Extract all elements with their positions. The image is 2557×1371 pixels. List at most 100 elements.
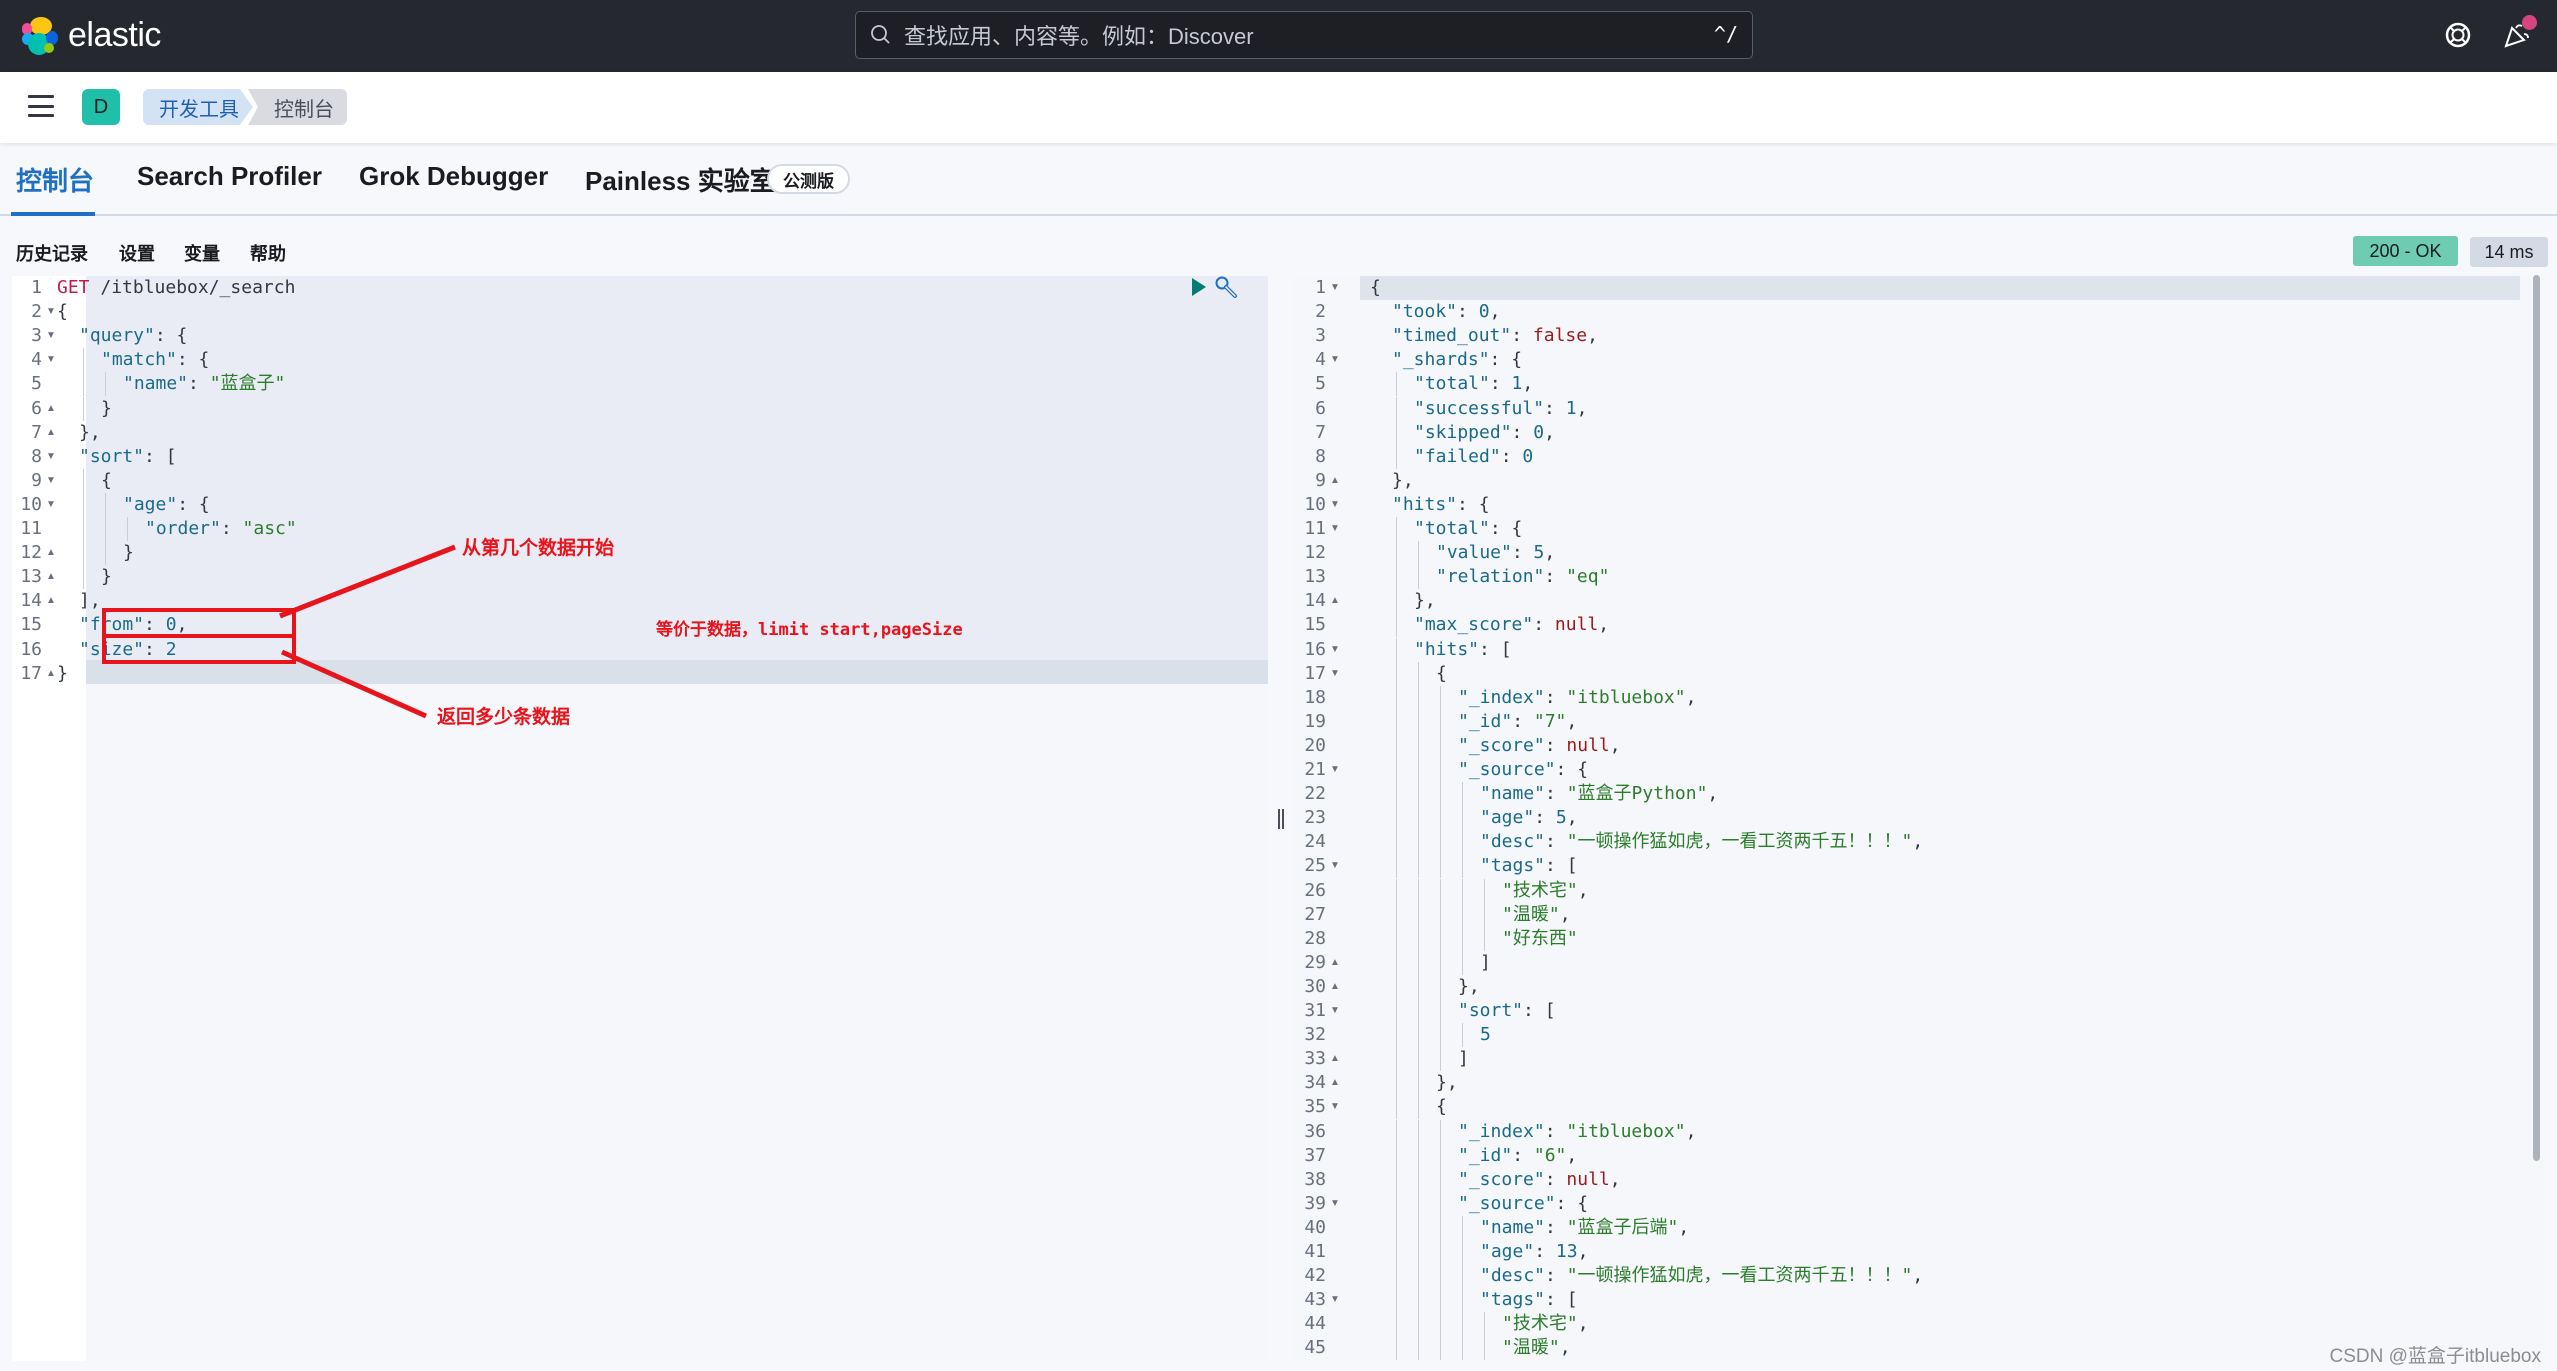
fold-collapse-icon[interactable]: ▼ bbox=[1330, 354, 1340, 365]
fold-expand-icon[interactable]: ▲ bbox=[1330, 1053, 1340, 1064]
line-number: 5 bbox=[31, 373, 42, 395]
indent-guide bbox=[1440, 999, 1441, 1024]
global-search-input[interactable]: 查找应用、内容等。例如：Discover ^/ bbox=[855, 11, 1753, 59]
fold-collapse-icon[interactable]: ▼ bbox=[1330, 1005, 1340, 1016]
line-number: 24 bbox=[1304, 831, 1326, 853]
indent-guide bbox=[1440, 926, 1441, 951]
fold-collapse-icon[interactable]: ▼ bbox=[46, 330, 56, 341]
fold-collapse-icon[interactable]: ▼ bbox=[1330, 282, 1340, 293]
line-number: 4 bbox=[1315, 349, 1326, 371]
fold-collapse-icon[interactable]: ▼ bbox=[46, 475, 56, 486]
line-number: 3 bbox=[1315, 325, 1326, 347]
space-avatar[interactable]: D bbox=[82, 89, 120, 125]
indent-guide bbox=[1462, 1336, 1463, 1361]
indent-guide bbox=[1462, 1288, 1463, 1313]
code-line: "sort": [ bbox=[79, 445, 177, 467]
settings-link[interactable]: 设置 bbox=[119, 240, 155, 266]
code-line: { bbox=[57, 301, 68, 323]
fold-collapse-icon[interactable]: ▼ bbox=[1330, 499, 1340, 510]
fold-collapse-icon[interactable]: ▼ bbox=[1330, 1198, 1340, 1209]
line-number: 39 bbox=[1304, 1192, 1326, 1214]
line-number: 2 bbox=[1315, 301, 1326, 323]
fold-collapse-icon[interactable]: ▼ bbox=[46, 451, 56, 462]
code-line: "successful": 1, bbox=[1414, 397, 1588, 419]
tab-search-profiler[interactable]: Search Profiler bbox=[137, 161, 322, 192]
fold-collapse-icon[interactable]: ▼ bbox=[1330, 668, 1340, 679]
panel-resizer[interactable] bbox=[1268, 276, 1292, 1361]
menu-hamburger-icon[interactable] bbox=[28, 95, 54, 117]
indent-guide bbox=[1418, 878, 1419, 903]
line-number: 32 bbox=[1304, 1024, 1326, 1046]
fold-collapse-icon[interactable]: ▼ bbox=[1330, 764, 1340, 775]
indent-guide bbox=[1396, 1240, 1397, 1265]
indent-guide bbox=[1396, 1047, 1397, 1072]
code-line: "timed_out": false, bbox=[1392, 325, 1598, 347]
line-number: 12 bbox=[1304, 542, 1326, 564]
indent-guide bbox=[1396, 1095, 1397, 1120]
fold-expand-icon[interactable]: ▲ bbox=[46, 427, 56, 438]
fold-collapse-icon[interactable]: ▼ bbox=[1330, 523, 1340, 534]
line-number: 6 bbox=[1315, 397, 1326, 419]
fold-expand-icon[interactable]: ▲ bbox=[46, 547, 56, 558]
response-viewer[interactable]: 1 ▼ {2 "took": 0, 3 "timed_out": false, 4 ▼ "_sh… bbox=[1292, 276, 2544, 1361]
indent-guide bbox=[105, 492, 106, 517]
wrench-actions-icon[interactable] bbox=[1214, 275, 1240, 301]
indent-guide bbox=[1396, 709, 1397, 734]
fold-collapse-icon[interactable]: ▼ bbox=[46, 306, 56, 317]
help-lifebuoy-icon[interactable] bbox=[2441, 18, 2475, 52]
fold-collapse-icon[interactable]: ▼ bbox=[1330, 1101, 1340, 1112]
indent-guide bbox=[1396, 806, 1397, 831]
line-number: 29 bbox=[1304, 951, 1326, 973]
fold-expand-icon[interactable]: ▲ bbox=[46, 668, 56, 679]
line-number: 2 bbox=[31, 301, 42, 323]
fold-collapse-icon[interactable]: ▼ bbox=[1330, 644, 1340, 655]
response-scrollbar[interactable] bbox=[2533, 275, 2540, 1161]
indent-guide bbox=[1418, 1143, 1419, 1168]
indent-guide bbox=[1440, 950, 1441, 975]
indent-guide bbox=[1418, 1191, 1419, 1216]
indent-guide bbox=[1418, 685, 1419, 710]
tab-painless-lab[interactable]: Painless 实验室 bbox=[585, 161, 776, 198]
code-line: "age": { bbox=[123, 493, 210, 515]
indent-guide bbox=[1418, 661, 1419, 686]
fold-expand-icon[interactable]: ▲ bbox=[1330, 475, 1340, 486]
elastic-logo[interactable]: elastic bbox=[22, 16, 161, 55]
line-number: 28 bbox=[1304, 927, 1326, 949]
indent-guide bbox=[1440, 1240, 1441, 1265]
fold-expand-icon[interactable]: ▲ bbox=[46, 571, 56, 582]
breadcrumb-dev-tools[interactable]: 开发工具 bbox=[143, 89, 253, 125]
code-line: "desc": "一顿操作猛如虎，一看工资两千五！！！", bbox=[1480, 831, 1924, 853]
indent-guide bbox=[1396, 541, 1397, 566]
fold-expand-icon[interactable]: ▲ bbox=[1330, 595, 1340, 606]
code-line: { bbox=[1436, 1096, 1447, 1118]
fold-expand-icon[interactable]: ▲ bbox=[1330, 1077, 1340, 1088]
indent-guide bbox=[1462, 1240, 1463, 1265]
indent-guide bbox=[1462, 854, 1463, 879]
line-number: 11 bbox=[20, 518, 42, 539]
indent-guide bbox=[1418, 1119, 1419, 1144]
request-editor[interactable]: 1 GET /itbluebox/_search 2 ▼{3 ▼ "query": {4 ▼… bbox=[12, 276, 1268, 1361]
tab-grok-debugger[interactable]: Grok Debugger bbox=[359, 161, 548, 192]
code-line: "name": "蓝盒子Python", bbox=[1480, 783, 1719, 805]
fold-expand-icon[interactable]: ▲ bbox=[1330, 981, 1340, 992]
line-number: 14 bbox=[1304, 590, 1326, 612]
indent-guide bbox=[1440, 830, 1441, 855]
fold-expand-icon[interactable]: ▲ bbox=[46, 595, 56, 606]
indent-guide bbox=[1396, 685, 1397, 710]
fold-expand-icon[interactable]: ▲ bbox=[46, 403, 56, 414]
fold-expand-icon[interactable]: ▲ bbox=[1330, 957, 1340, 968]
indent-guide bbox=[1462, 1264, 1463, 1289]
indent-guide bbox=[1396, 926, 1397, 951]
help-link[interactable]: 帮助 bbox=[250, 240, 286, 266]
history-link[interactable]: 历史记录 bbox=[16, 240, 88, 266]
fold-collapse-icon[interactable]: ▼ bbox=[46, 499, 56, 510]
send-request-play-icon[interactable] bbox=[1190, 276, 1208, 298]
fold-collapse-icon[interactable]: ▼ bbox=[1330, 860, 1340, 871]
fold-collapse-icon[interactable]: ▼ bbox=[46, 354, 56, 365]
indent-guide bbox=[1418, 1336, 1419, 1361]
tab-console[interactable]: 控制台 bbox=[16, 161, 94, 198]
code-line: ] bbox=[1458, 1048, 1469, 1070]
breadcrumb-bar bbox=[0, 72, 2557, 143]
variables-link[interactable]: 变量 bbox=[184, 240, 220, 266]
fold-collapse-icon[interactable]: ▼ bbox=[1330, 1294, 1340, 1305]
